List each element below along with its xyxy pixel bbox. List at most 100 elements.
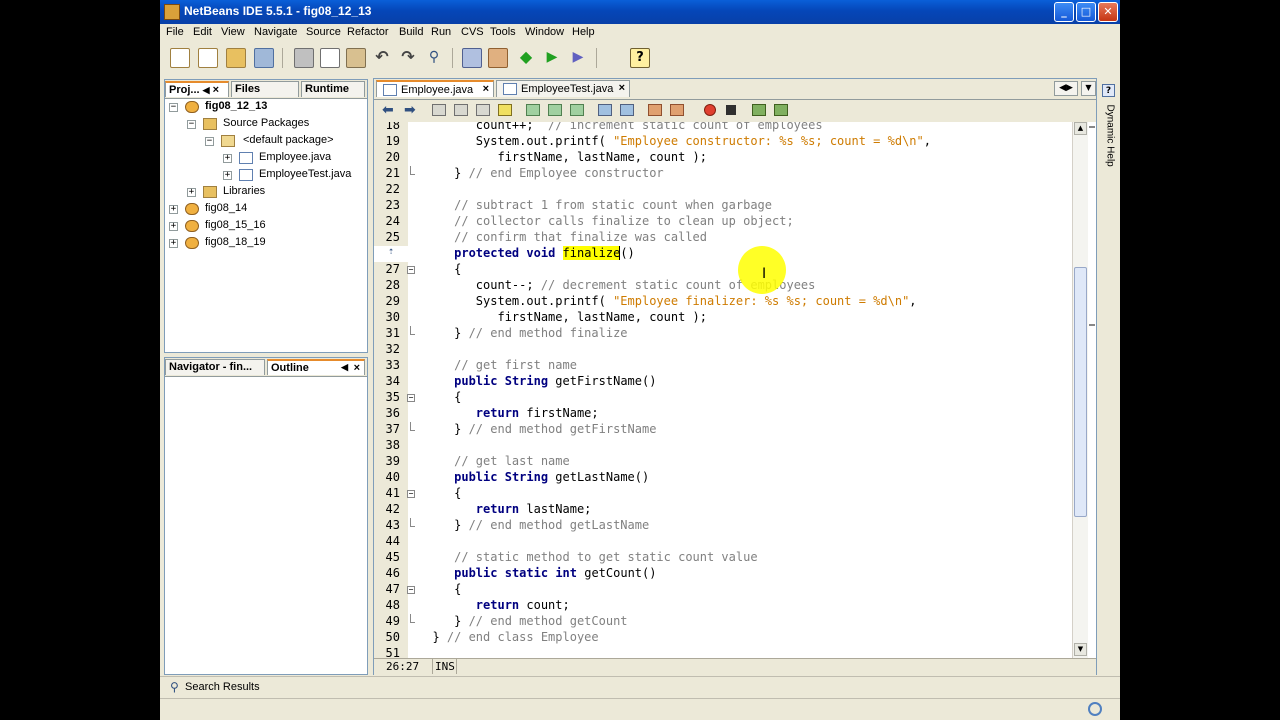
clean-build-icon[interactable] <box>488 48 508 68</box>
code-line[interactable]: 33 // get first name <box>374 358 1072 374</box>
fold-toggle[interactable]: − <box>407 394 415 402</box>
find-previous-icon[interactable] <box>454 104 468 116</box>
override-icon[interactable]: ⇡ <box>388 246 394 257</box>
tab-projects[interactable]: Proj... ◀ × <box>165 81 229 97</box>
expand-toggle[interactable]: + <box>187 188 196 197</box>
tree-employee-java[interactable]: Employee.java <box>259 151 331 163</box>
code-line[interactable]: 22 <box>374 182 1072 198</box>
code-line[interactable]: 45 // static method to get static count … <box>374 550 1072 566</box>
menu-navigate[interactable]: Navigate <box>254 26 297 38</box>
code-line[interactable]: 47− { <box>374 582 1072 598</box>
menu-refactor[interactable]: Refactor <box>347 26 389 38</box>
code-line[interactable]: 23 // subtract 1 from static count when … <box>374 198 1072 214</box>
code-line[interactable]: 27− { <box>374 262 1072 278</box>
menu-help[interactable]: Help <box>572 26 595 38</box>
expand-toggle[interactable]: + <box>223 154 232 163</box>
tree-default-package[interactable]: <default package> <box>243 134 334 146</box>
code-line[interactable]: 41− { <box>374 486 1072 502</box>
shift-left-icon[interactable] <box>598 104 612 116</box>
fold-toggle[interactable]: − <box>407 490 415 498</box>
paste-icon[interactable] <box>346 48 366 68</box>
stop-icon[interactable] <box>726 105 736 115</box>
vertical-scrollbar[interactable]: ▲ ▼ <box>1072 122 1088 658</box>
code-line[interactable]: 38 <box>374 438 1072 454</box>
code-line[interactable]: 49 } // end method getCount <box>374 614 1072 630</box>
menu-file[interactable]: File <box>166 26 184 38</box>
expand-toggle[interactable]: + <box>169 222 178 231</box>
menu-window[interactable]: Window <box>525 26 564 38</box>
expand-toggle[interactable]: + <box>169 239 178 248</box>
code-line[interactable]: 34 public String getFirstName() <box>374 374 1072 390</box>
collapse-toggle[interactable]: − <box>187 120 196 129</box>
search-results-tab[interactable]: Search Results <box>185 681 260 693</box>
menu-build[interactable]: Build <box>399 26 423 38</box>
close-button[interactable]: ✕ <box>1098 2 1118 22</box>
tab-outline[interactable]: Outline ◀ × <box>267 359 365 375</box>
tab-employeetest-java[interactable]: EmployeeTest.java × <box>496 80 630 97</box>
code-line[interactable]: ⇡ protected void finalize() <box>374 246 1072 262</box>
memory-gc-icon[interactable] <box>1088 702 1102 716</box>
maximize-button[interactable]: □ <box>1076 2 1096 22</box>
code-line[interactable]: 39 // get last name <box>374 454 1072 470</box>
code-line[interactable]: 24 // collector calls finalize to clean … <box>374 214 1072 230</box>
code-line[interactable]: 25 // confirm that finalize was called <box>374 230 1072 246</box>
tree-source-packages[interactable]: Source Packages <box>223 117 309 129</box>
comment-icon[interactable] <box>752 104 766 116</box>
code-text-area[interactable]: 18 count++; // increment static count of… <box>374 122 1072 658</box>
code-line[interactable]: 43 } // end method getLastName <box>374 518 1072 534</box>
code-line[interactable]: 18 count++; // increment static count of… <box>374 122 1072 134</box>
find-next-icon[interactable] <box>476 104 490 116</box>
collapse-toggle[interactable]: − <box>205 137 214 146</box>
tab-employee-java[interactable]: Employee.java × <box>376 80 494 97</box>
tree-project-fig08_12_13[interactable]: fig08_12_13 <box>205 100 267 112</box>
fold-toggle[interactable]: − <box>407 266 415 274</box>
undo-icon[interactable]: ↶ <box>372 48 392 68</box>
code-line[interactable]: 29 System.out.printf( "Employee finalize… <box>374 294 1072 310</box>
tab-runtime[interactable]: Runtime <box>301 81 365 97</box>
uncomment-icon[interactable] <box>774 104 788 116</box>
help-icon[interactable]: ? <box>630 48 650 68</box>
run-icon[interactable]: ◆ <box>516 48 536 68</box>
tab-navigator[interactable]: Navigator - fin... <box>165 359 265 375</box>
stop-macro-icon[interactable] <box>670 104 684 116</box>
code-line[interactable]: 31 } // end method finalize <box>374 326 1072 342</box>
next-bookmark-icon[interactable] <box>548 104 562 116</box>
tree-libraries[interactable]: Libraries <box>223 185 265 197</box>
scroll-thumb[interactable] <box>1074 267 1087 517</box>
profile-icon[interactable]: ▶ <box>568 48 588 68</box>
toggle-bookmark-icon[interactable] <box>570 104 584 116</box>
tab-files[interactable]: Files <box>231 81 299 97</box>
menu-view[interactable]: View <box>221 26 245 38</box>
expand-toggle[interactable]: + <box>169 205 178 214</box>
expand-toggle[interactable]: + <box>223 171 232 180</box>
code-line[interactable]: 32 <box>374 342 1072 358</box>
tree-employeetest-java[interactable]: EmployeeTest.java <box>259 168 351 180</box>
code-line[interactable]: 42 return lastName; <box>374 502 1072 518</box>
code-line[interactable]: 20 firstName, lastName, count ); <box>374 150 1072 166</box>
open-project-icon[interactable] <box>226 48 246 68</box>
code-line[interactable]: 48 return count; <box>374 598 1072 614</box>
code-line[interactable]: 50 } // end class Employee <box>374 630 1072 646</box>
new-file-icon[interactable] <box>170 48 190 68</box>
code-line[interactable]: 44 <box>374 534 1072 550</box>
tree-project-fig08_15_16[interactable]: fig08_15_16 <box>205 219 266 231</box>
shift-right-icon[interactable] <box>620 104 634 116</box>
code-line[interactable]: 46 public static int getCount() <box>374 566 1072 582</box>
previous-bookmark-icon[interactable] <box>526 104 540 116</box>
code-line[interactable]: 30 firstName, lastName, count ); <box>374 310 1072 326</box>
toggle-highlight-icon[interactable] <box>498 104 512 116</box>
record-icon[interactable] <box>704 104 716 116</box>
code-line[interactable]: 28 count--; // decrement static count of… <box>374 278 1072 294</box>
tab-scroll-icon[interactable]: ◀▶ <box>1054 81 1078 96</box>
new-project-icon[interactable] <box>198 48 218 68</box>
scroll-down-icon[interactable]: ▼ <box>1074 643 1087 656</box>
find-selection-icon[interactable] <box>432 104 446 116</box>
build-icon[interactable] <box>462 48 482 68</box>
cut-icon[interactable] <box>294 48 314 68</box>
tree-project-fig08_18_19[interactable]: fig08_18_19 <box>205 236 266 248</box>
fold-toggle[interactable]: − <box>407 586 415 594</box>
menu-cvs[interactable]: CVS <box>461 26 484 38</box>
code-line[interactable]: 21 } // end Employee constructor <box>374 166 1072 182</box>
minimize-window-icon[interactable]: ◀ <box>341 362 348 373</box>
code-line[interactable]: 19 System.out.printf( "Employee construc… <box>374 134 1072 150</box>
